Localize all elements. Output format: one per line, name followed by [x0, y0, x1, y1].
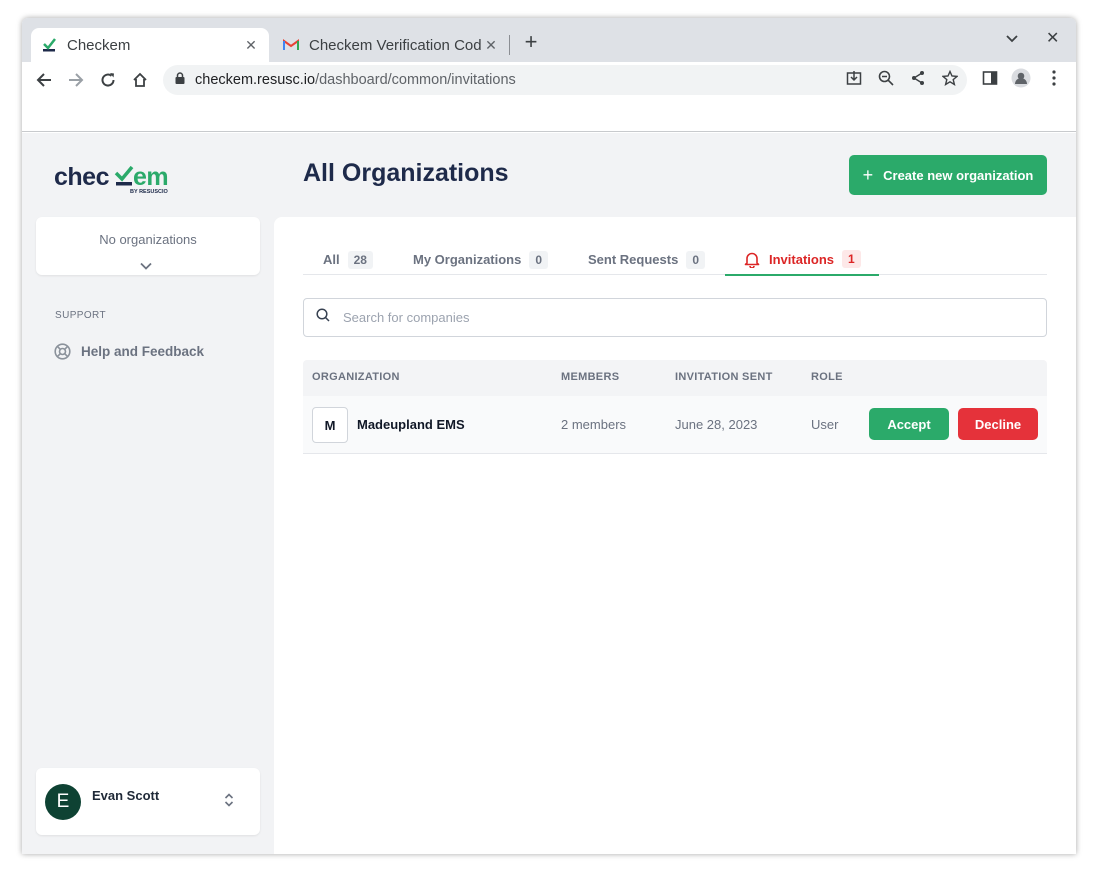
tab-all[interactable]: All 28: [323, 244, 373, 275]
tab-sent-requests[interactable]: Sent Requests 0: [588, 244, 705, 275]
org-name: Madeupland EMS: [357, 417, 465, 432]
browser-tab-checkem[interactable]: Checkem ✕: [31, 28, 269, 62]
logo-subtitle: BY RESUSCIO: [130, 189, 169, 195]
url-text: checkem.resusc.io/dashboard/common/invit…: [195, 72, 516, 88]
lock-icon: [175, 71, 185, 89]
browser-toolbar: checkem.resusc.io/dashboard/common/invit…: [22, 62, 1076, 98]
bookmark-star-icon[interactable]: [940, 68, 960, 88]
tab-count: 28: [347, 250, 373, 269]
decline-button[interactable]: Decline: [958, 408, 1038, 440]
search-box: [303, 298, 1047, 337]
page-title: All Organizations: [303, 159, 509, 187]
bell-icon: [744, 251, 760, 268]
plus-icon: +: [862, 164, 874, 185]
zoom-icon[interactable]: [876, 68, 896, 88]
tab-separator: [509, 35, 510, 55]
browser-menu-icon[interactable]: [1044, 68, 1064, 88]
column-header: INVITATION SENT: [675, 371, 773, 383]
browser-window: Checkem ✕ Checkem Verification Cod ✕ + ✕: [22, 18, 1076, 854]
close-icon[interactable]: ✕: [483, 37, 499, 54]
svg-text:chec: chec: [54, 163, 110, 191]
user-menu[interactable]: E Evan Scott: [36, 768, 260, 835]
reload-icon[interactable]: [96, 68, 120, 92]
new-tab-icon[interactable]: +: [519, 31, 543, 55]
table-header: ORGANIZATION MEMBERS INVITATION SENT ROL…: [303, 360, 1047, 396]
chevron-down-icon: [140, 257, 152, 275]
organization-selector[interactable]: No organizations: [36, 217, 260, 275]
accept-button[interactable]: Accept: [869, 408, 949, 440]
help-and-feedback-link[interactable]: Help and Feedback: [54, 343, 204, 360]
back-icon[interactable]: [32, 68, 56, 92]
lifebuoy-icon: [54, 343, 71, 360]
tab-title: Checkem Verification Cod: [309, 36, 482, 54]
tab-strip: Checkem ✕ Checkem Verification Cod ✕ + ✕: [22, 18, 1076, 62]
tab-count: 0: [529, 250, 549, 269]
forward-icon[interactable]: [64, 68, 88, 92]
tab-label: Sent Requests: [588, 252, 679, 267]
search-input[interactable]: [343, 310, 1023, 325]
url-host: checkem.resusc.io: [195, 72, 316, 88]
browser-tab-gmail[interactable]: Checkem Verification Cod ✕: [273, 28, 509, 62]
column-header: MEMBERS: [561, 371, 620, 383]
gmail-favicon-icon: [283, 37, 299, 53]
tab-title: Checkem: [67, 36, 131, 54]
filter-tabs: All 28 My Organizations 0 Sent Requests …: [303, 244, 1047, 276]
profile-icon[interactable]: [1011, 68, 1031, 88]
tab-search-chevron-icon[interactable]: [1006, 30, 1018, 48]
home-icon[interactable]: [128, 68, 152, 92]
app-root: chec em BY RESUSCIO No organizations SUP…: [22, 133, 1076, 854]
create-button-label: Create new organization: [883, 167, 1034, 183]
checkem-logo[interactable]: chec em BY RESUSCIO: [54, 161, 184, 195]
column-header: ROLE: [811, 371, 843, 383]
tab-label: My Organizations: [413, 252, 522, 267]
org-avatar: M: [312, 407, 348, 443]
members-count: 2 members: [561, 417, 627, 432]
main-content: All 28 My Organizations 0 Sent Requests …: [274, 217, 1076, 854]
tab-count: 0: [686, 250, 705, 269]
window-close-icon[interactable]: ✕: [1046, 28, 1059, 48]
tab-label: All: [323, 252, 340, 267]
install-app-icon[interactable]: [844, 68, 864, 88]
org-selector-label: No organizations: [99, 232, 197, 247]
avatar: E: [45, 784, 81, 820]
user-name: Evan Scott: [92, 788, 160, 803]
checkem-favicon-icon: [41, 37, 57, 53]
tab-invitations[interactable]: Invitations 1: [725, 244, 879, 276]
column-header: ORGANIZATION: [312, 371, 400, 383]
create-organization-button[interactable]: + Create new organization: [849, 155, 1047, 195]
share-icon[interactable]: [908, 68, 928, 88]
url-path: /dashboard/common/invitations: [315, 72, 516, 88]
role: User: [811, 417, 839, 432]
invitation-date: June 28, 2023: [675, 417, 758, 432]
help-label: Help and Feedback: [81, 344, 205, 359]
close-icon[interactable]: ✕: [243, 37, 259, 54]
invitations-table: ORGANIZATION MEMBERS INVITATION SENT ROL…: [303, 360, 1047, 454]
bookmarks-bar: [22, 98, 1076, 132]
side-panel-icon[interactable]: [980, 68, 1000, 88]
svg-text:em: em: [133, 163, 168, 191]
chevron-up-down-icon: [224, 792, 234, 813]
search-icon: [316, 308, 330, 327]
sidebar: chec em BY RESUSCIO No organizations SUP…: [22, 133, 274, 854]
support-section-label: SUPPORT: [55, 310, 106, 321]
table-row: M Madeupland EMS 2 members June 28, 2023…: [303, 396, 1047, 454]
tab-count: 1: [842, 250, 861, 268]
tab-label: Invitations: [769, 251, 835, 267]
tab-my-organizations[interactable]: My Organizations 0: [413, 244, 549, 275]
